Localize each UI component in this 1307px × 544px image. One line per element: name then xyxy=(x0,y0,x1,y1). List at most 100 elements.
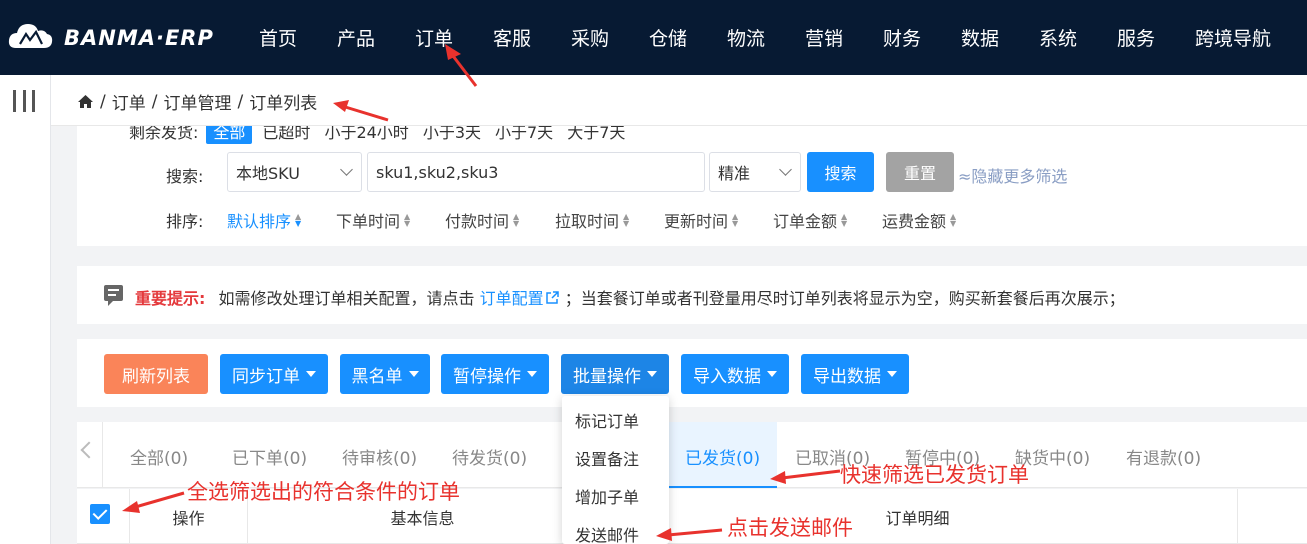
import-data-label: 导入数据 xyxy=(693,366,761,387)
menu-item-set-note[interactable]: 设置备注 xyxy=(575,446,639,470)
pause-operation-button[interactable]: 暂停操作 xyxy=(441,354,549,394)
search-button[interactable]: 搜索 xyxy=(807,152,874,192)
sync-orders-button[interactable]: 同步订单 xyxy=(220,354,328,394)
sort-shipping-amount[interactable]: 运费金额 ▲ ▼ xyxy=(882,208,956,232)
caret-down-icon xyxy=(647,371,657,377)
sort-label: 排序: xyxy=(166,212,204,231)
search-field-select[interactable]: 本地SKU xyxy=(227,152,362,192)
sort-payment-time[interactable]: 付款时间 ▲ ▼ xyxy=(445,208,519,232)
search-label: 搜索: xyxy=(166,167,204,186)
remaining-ship-option[interactable]: 已超时 xyxy=(262,126,310,143)
select-all-cell xyxy=(77,489,130,544)
remaining-ship-option[interactable]: 大于7天 xyxy=(567,126,625,143)
sidebar-strip xyxy=(0,75,51,544)
cloud-logo-icon xyxy=(8,24,53,48)
menu-toggle-icon[interactable] xyxy=(13,90,35,112)
sort-order-amount-label: 订单金额 xyxy=(773,212,838,231)
caret-down-icon xyxy=(767,371,777,377)
tab-pending-review[interactable]: 待审核(0) xyxy=(342,444,417,469)
nav-item-marketing[interactable]: 营销 xyxy=(805,24,843,51)
chevron-left-icon[interactable] xyxy=(80,441,98,459)
select-all-checkbox[interactable] xyxy=(90,504,110,524)
nav-item-services[interactable]: 服务 xyxy=(1117,24,1155,51)
sort-order-time[interactable]: 下单时间 ▲ ▼ xyxy=(336,208,410,232)
refresh-list-button[interactable]: 刷新列表 xyxy=(104,354,208,394)
tab-divider xyxy=(102,422,103,488)
sort-order-amount[interactable]: 订单金额 ▲ ▼ xyxy=(773,208,847,232)
sort-default-label: 默认排序 xyxy=(227,212,292,231)
tab-ordered[interactable]: 已下单(0) xyxy=(232,444,307,469)
sort-pull-time[interactable]: 拉取时间 ▲ ▼ xyxy=(555,208,629,232)
nav-item-data[interactable]: 数据 xyxy=(961,24,999,51)
sort-arrows-icon: ▲ ▼ xyxy=(732,212,739,228)
caret-down-icon xyxy=(408,371,419,377)
batch-operation-button[interactable]: 批量操作 xyxy=(561,354,669,394)
breadcrumb-item-orders[interactable]: 订单 xyxy=(112,89,146,114)
sync-orders-label: 同步订单 xyxy=(232,366,300,387)
reset-button[interactable]: 重置 xyxy=(886,152,954,192)
sort-arrows-icon: ▲ ▼ xyxy=(841,212,848,228)
tab-refunded[interactable]: 有退款(0) xyxy=(1126,444,1201,469)
brand-logo[interactable]: BANMA·ERP xyxy=(6,18,214,58)
match-mode-select[interactable]: 精准 xyxy=(709,152,801,192)
import-data-button[interactable]: 导入数据 xyxy=(681,354,789,394)
sort-arrows-icon: ▲ ▼ xyxy=(295,212,302,228)
nav-item-system[interactable]: 系统 xyxy=(1039,24,1077,51)
search-field-select-value: 本地SKU xyxy=(236,164,300,183)
export-data-label: 导出数据 xyxy=(813,366,881,387)
breadcrumb-bar: / 订单 / 订单管理 / 订单列表 xyxy=(51,75,1307,126)
breadcrumb-separator: / xyxy=(100,91,106,112)
nav-item-orders[interactable]: 订单 xyxy=(415,24,453,51)
remaining-ship-label: 剩余发货: xyxy=(129,126,199,142)
annotation-quick-filter: 快速筛选已发货订单 xyxy=(840,463,1029,487)
sort-order-time-label: 下单时间 xyxy=(336,212,401,231)
nav-item-logistics[interactable]: 物流 xyxy=(727,24,765,51)
notice-text-after: ；当套餐订单或者刊登量用尽时订单列表将显示为空，购买新套餐后再次展示； xyxy=(564,289,1125,308)
search-input[interactable]: sku1,sku2,sku3 xyxy=(367,152,705,192)
remaining-ship-option[interactable]: 小于3天 xyxy=(423,126,481,143)
order-config-link[interactable]: 订单配置 xyxy=(480,289,560,308)
breadcrumb-item-order-list: 订单列表 xyxy=(249,94,318,114)
hide-more-filters-link[interactable]: ≈隐藏更多筛选 xyxy=(958,163,1067,187)
nav-item-products[interactable]: 产品 xyxy=(337,24,375,51)
sort-shipping-amount-label: 运费金额 xyxy=(882,212,947,231)
sort-pull-time-label: 拉取时间 xyxy=(555,212,620,231)
sort-update-time[interactable]: 更新时间 ▲ ▼ xyxy=(664,208,738,232)
remaining-ship-option[interactable]: 小于7天 xyxy=(495,126,553,143)
sort-arrows-icon: ▲ ▼ xyxy=(513,212,520,228)
menu-item-send-email[interactable]: 发送邮件 xyxy=(575,522,639,544)
external-link-icon xyxy=(545,291,559,304)
caret-down-icon xyxy=(527,371,537,377)
breadcrumb-item-order-management[interactable]: 订单管理 xyxy=(163,89,231,114)
home-icon[interactable] xyxy=(77,94,94,109)
filter-panel: 剩余发货: 全部 已超时 小于24小时 小于3天 小于7天 大于7天 搜索: 本… xyxy=(77,126,1307,246)
batch-operation-label: 批量操作 xyxy=(573,366,641,387)
batch-operation-menu: 标记订单 设置备注 增加子单 发送邮件 xyxy=(562,396,669,544)
remaining-ship-option[interactable]: 小于24小时 xyxy=(324,126,408,143)
pause-operation-label: 暂停操作 xyxy=(453,366,521,387)
sort-arrows-icon: ▲ ▼ xyxy=(404,212,411,228)
nav-item-finance[interactable]: 财务 xyxy=(883,24,921,51)
tab-shipped[interactable]: 已发货(0) xyxy=(685,444,760,469)
nav-item-service[interactable]: 客服 xyxy=(493,24,531,51)
annotation-send-mail: 点击发送邮件 xyxy=(727,516,853,540)
nav-item-crossborder-nav[interactable]: 跨境导航 xyxy=(1195,24,1271,51)
annotation-select-all: 全选筛选出的符合条件的订单 xyxy=(187,480,460,504)
caret-down-icon xyxy=(887,371,897,377)
brand-logo-text: BANMA·ERP xyxy=(64,26,214,50)
blacklist-label: 黑名单 xyxy=(351,366,403,387)
tab-pending-shipment[interactable]: 待发货(0) xyxy=(452,444,527,469)
remaining-ship-all-chip[interactable]: 全部 xyxy=(206,126,253,144)
tab-all[interactable]: 全部(0) xyxy=(130,444,188,469)
breadcrumb: / 订单 / 订单管理 / 订单列表 xyxy=(77,89,317,114)
sort-update-time-label: 更新时间 xyxy=(664,212,729,231)
blacklist-button[interactable]: 黑名单 xyxy=(340,354,430,394)
nav-item-purchase[interactable]: 采购 xyxy=(571,24,609,51)
nav-item-home[interactable]: 首页 xyxy=(259,24,297,51)
menu-item-add-suborder[interactable]: 增加子单 xyxy=(575,484,639,508)
sort-default[interactable]: 默认排序 ▲ ▼ xyxy=(227,208,301,232)
top-navbar: BANMA·ERP 首页 产品 订单 客服 采购 仓储 物流 营销 财务 数据 … xyxy=(0,0,1307,75)
export-data-button[interactable]: 导出数据 xyxy=(801,354,909,394)
menu-item-mark-order[interactable]: 标记订单 xyxy=(575,408,639,432)
nav-item-warehouse[interactable]: 仓储 xyxy=(649,24,687,51)
